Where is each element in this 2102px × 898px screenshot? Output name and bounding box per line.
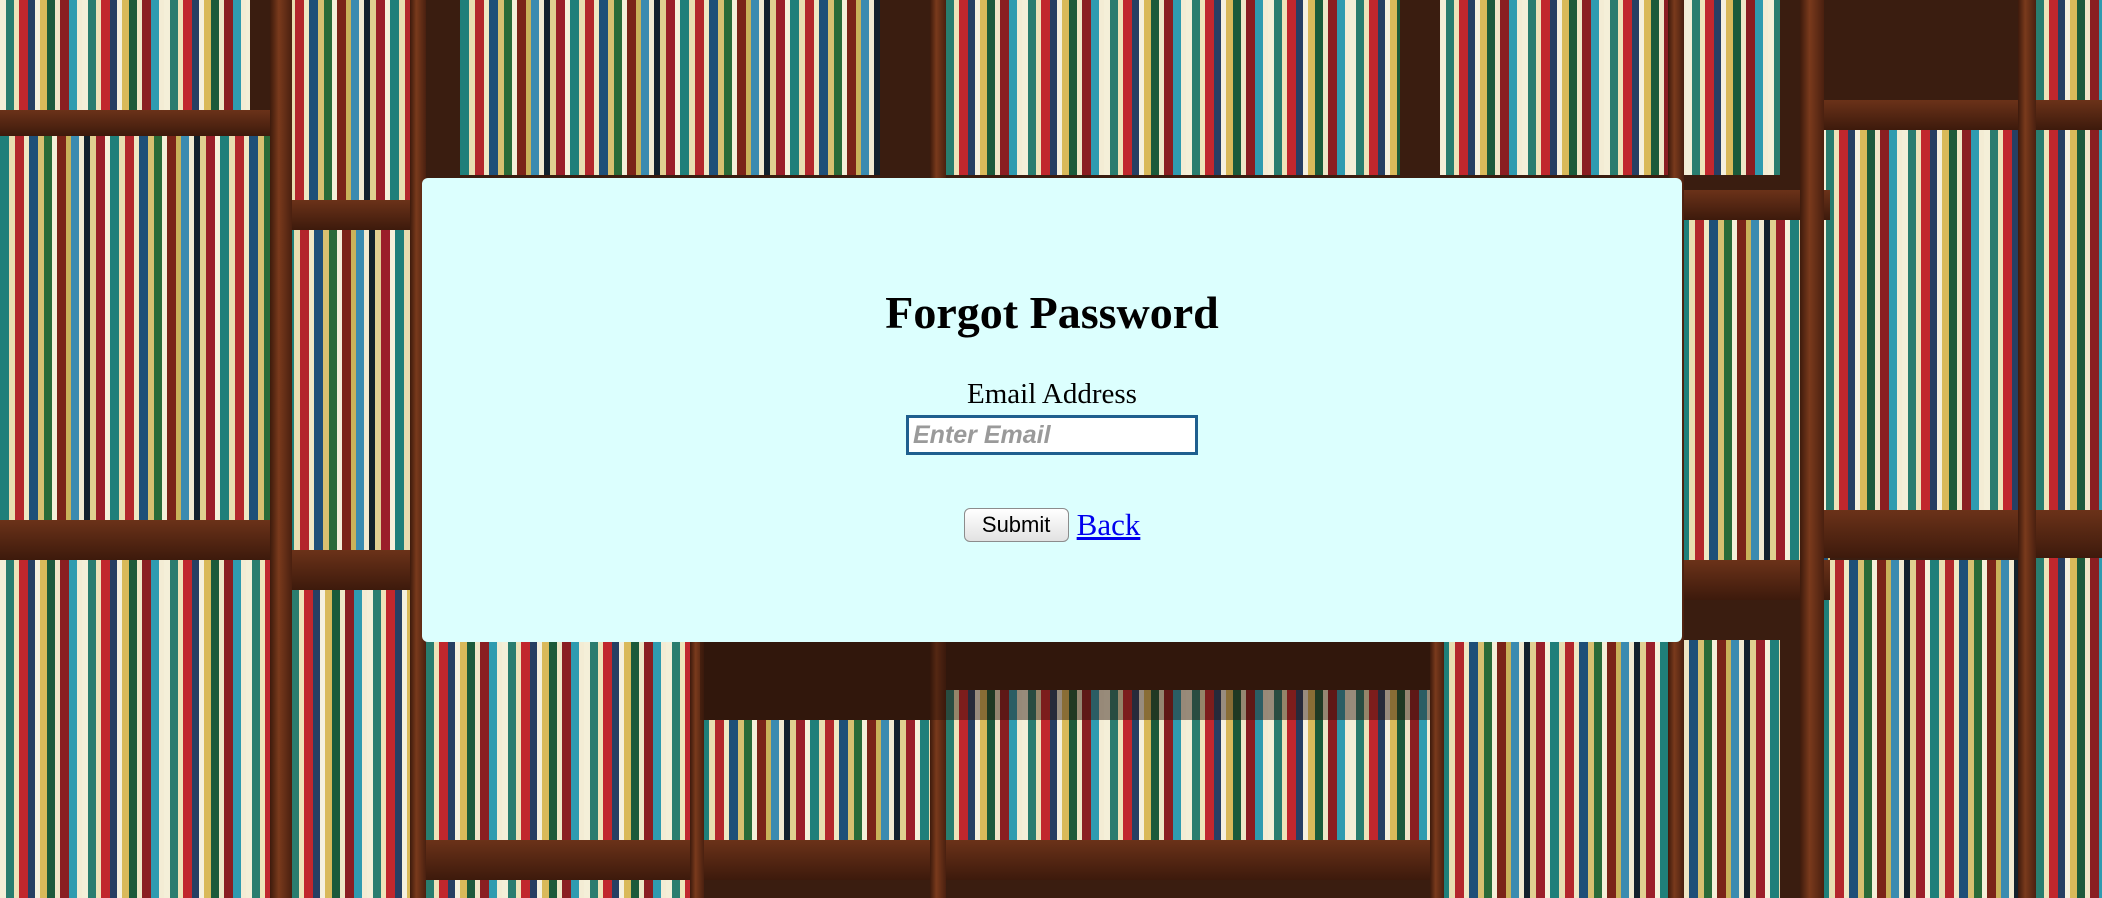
submit-button[interactable]: Submit [963, 508, 1069, 542]
forgot-password-panel: Forgot Password Email Address Submit Bac… [422, 178, 1682, 642]
email-label: Email Address [967, 378, 1137, 410]
back-link[interactable]: Back [1077, 507, 1141, 543]
page-title: Forgot Password [885, 287, 1219, 338]
form-actions: Submit Back [963, 507, 1141, 543]
email-field[interactable] [906, 415, 1198, 455]
